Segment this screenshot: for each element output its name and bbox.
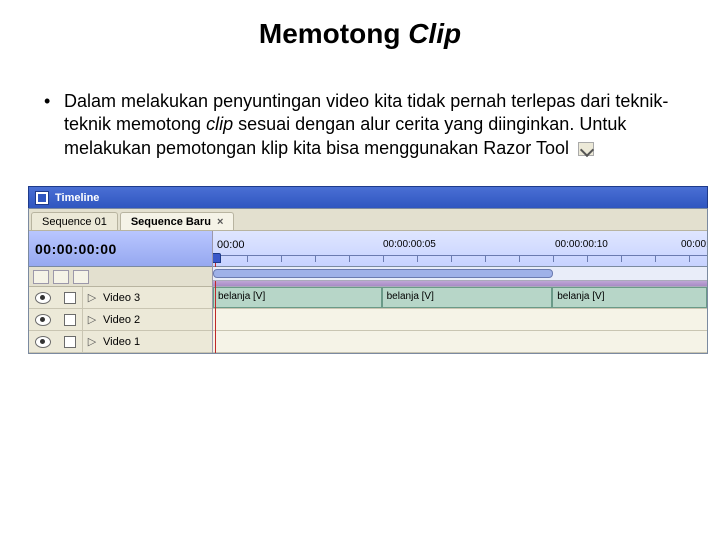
time-ruler[interactable]: 00:00 00:00:00:05 00:00:00:10 00:00:0	[213, 231, 707, 267]
eye-icon[interactable]	[35, 314, 51, 326]
clip-label: belanja [V]	[557, 291, 604, 302]
tool-button[interactable]	[33, 270, 49, 284]
slide-title: Memotong Clip	[0, 18, 720, 50]
tab-label: Sequence 01	[42, 216, 107, 228]
tool-button[interactable]	[53, 270, 69, 284]
title-text: Memotong	[259, 18, 408, 49]
timeline-left-tools	[29, 267, 212, 287]
lock-box-icon[interactable]	[64, 292, 76, 304]
track-row-video3[interactable]: belanja [V] belanja [V] belanja [V]	[213, 287, 707, 309]
current-timecode[interactable]: 00:00:00:00	[29, 231, 212, 267]
ruler-tick: 00:00	[217, 239, 245, 251]
lock-box-icon[interactable]	[64, 314, 76, 326]
tab-sequence-01[interactable]: Sequence 01	[31, 212, 118, 230]
work-area-range[interactable]	[213, 269, 553, 278]
timeline-title: Timeline	[55, 192, 99, 204]
clip[interactable]: belanja [V]	[213, 287, 382, 308]
timeline-titlebar[interactable]: Timeline	[28, 186, 708, 208]
work-area-bar[interactable]	[213, 267, 707, 281]
bullet-item: • Dalam melakukan penyuntingan video kit…	[40, 90, 670, 160]
tab-close-icon[interactable]: ×	[217, 216, 223, 228]
track-row-video1[interactable]	[213, 331, 707, 353]
tab-label: Sequence Baru	[131, 216, 211, 228]
track-header-video1[interactable]: ▷ Video 1	[29, 331, 212, 353]
timeline-icon	[35, 191, 49, 205]
eye-icon[interactable]	[35, 336, 51, 348]
razor-tool-icon	[578, 142, 594, 156]
eye-icon[interactable]	[35, 292, 51, 304]
bullet-marker: •	[40, 90, 64, 160]
timeline-panel: Timeline Sequence 01 Sequence Baru × 00:0…	[28, 186, 708, 354]
playhead-handle-icon[interactable]	[213, 253, 221, 263]
title-italic: Clip	[408, 18, 461, 49]
lock-box-icon[interactable]	[64, 336, 76, 348]
timecode-value: 00:00:00:00	[35, 241, 117, 257]
clip[interactable]: belanja [V]	[382, 287, 553, 308]
expand-icon[interactable]: ▷	[83, 291, 101, 304]
tab-sequence-baru[interactable]: Sequence Baru ×	[120, 212, 235, 230]
tool-button[interactable]	[73, 270, 89, 284]
expand-icon[interactable]: ▷	[83, 313, 101, 326]
bullet-text: Dalam melakukan penyuntingan video kita …	[64, 90, 670, 160]
clip-label: belanja [V]	[387, 291, 434, 302]
track-label: Video 2	[101, 314, 140, 326]
track-row-video2[interactable]	[213, 309, 707, 331]
track-label: Video 1	[101, 336, 140, 348]
ruler-tick: 00:00:00:10	[555, 239, 608, 250]
sequence-tabs: Sequence 01 Sequence Baru ×	[29, 209, 707, 231]
playhead[interactable]	[215, 231, 216, 266]
track-header-video2[interactable]: ▷ Video 2	[29, 309, 212, 331]
track-header-video3[interactable]: ▷ Video 3	[29, 287, 212, 309]
ruler-tick: 00:00:00:05	[383, 239, 436, 250]
ruler-tick: 00:00:0	[681, 239, 707, 250]
track-label: Video 3	[101, 292, 140, 304]
clip[interactable]: belanja [V]	[552, 287, 707, 308]
expand-icon[interactable]: ▷	[83, 335, 101, 348]
bullet-italic: clip	[206, 114, 233, 134]
clip-label: belanja [V]	[218, 291, 265, 302]
